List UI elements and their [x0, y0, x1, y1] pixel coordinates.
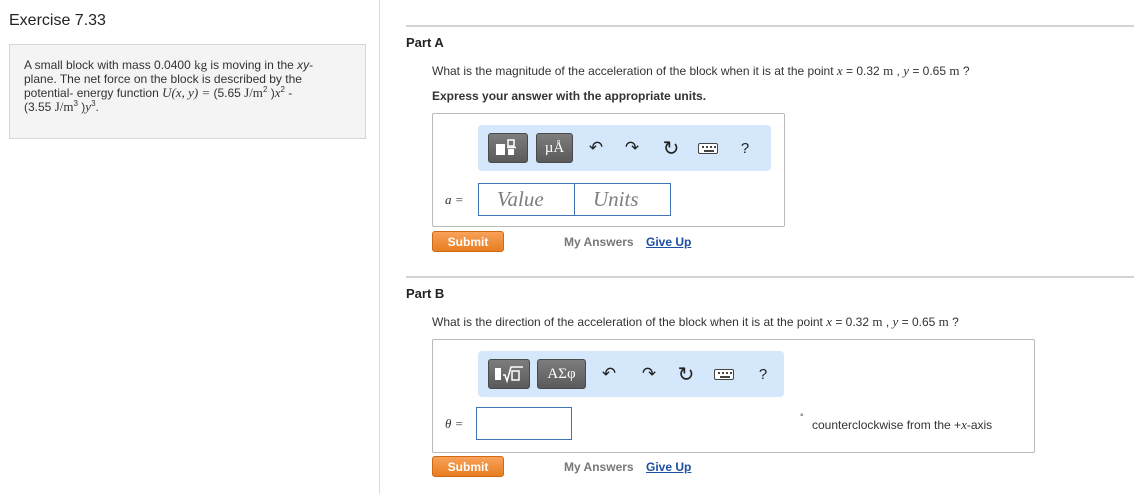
templates-button[interactable] — [488, 133, 528, 163]
exercise-title: Exercise 7.33 — [9, 12, 106, 29]
redo-icon[interactable]: ↷ — [638, 363, 660, 385]
part-a-submit-button[interactable]: Submit — [432, 231, 504, 252]
greek-symbols-button[interactable]: ΑΣφ — [537, 359, 586, 389]
problem-text: . — [95, 100, 99, 114]
unit-kg: kg — [194, 57, 208, 72]
unit-j-per-m3: J/m — [54, 99, 74, 114]
question-text: = 0.32 — [842, 64, 884, 78]
problem-text: - — [284, 86, 293, 100]
undo-icon[interactable]: ↶ — [585, 137, 607, 159]
part-a-answer-box: µÅ ↶ ↷ ↻ ? a = Value Units — [432, 113, 785, 227]
problem-text: is moving in the — [207, 58, 298, 72]
part-b-give-up-link[interactable]: Give Up — [646, 460, 691, 474]
part-a-my-answers-link[interactable]: My Answers — [564, 235, 634, 249]
part-b-answer-box: ΑΣφ ↶ ↷ ↻ ? θ = ° counterclockwise from … — [432, 339, 1035, 453]
question-text: ? — [959, 64, 970, 78]
redo-icon[interactable]: ↷ — [621, 137, 643, 159]
templates-sqrt-icon — [495, 366, 523, 384]
angle-input[interactable] — [476, 407, 572, 440]
potential-function: U(x, y) = — [162, 85, 214, 100]
unit-text: counterclockwise from the + — [812, 418, 962, 432]
templates-button[interactable] — [488, 359, 530, 389]
unit-m: m — [949, 63, 960, 78]
exercise-panel: Exercise 7.33 A small block with mass 0.… — [0, 0, 380, 494]
unit-m: m — [872, 314, 883, 329]
unit-j-per-m2: J/m — [244, 85, 263, 100]
unit-text: -axis — [966, 418, 993, 432]
part-a-title: Part A — [406, 35, 444, 50]
part-a-give-up-link[interactable]: Give Up — [646, 235, 691, 249]
part-b-title: Part B — [406, 286, 445, 301]
question-text: = 0.65 — [898, 315, 939, 329]
math-toolbar: µÅ ↶ ↷ ↻ ? — [478, 125, 771, 171]
part-b-my-answers-link[interactable]: My Answers — [564, 460, 634, 474]
direction-unit-text: counterclockwise from the +x-axis — [812, 417, 992, 433]
problem-text: potential- energy function — [24, 86, 163, 100]
unit-m: m — [938, 314, 949, 329]
unit-m: m — [883, 63, 894, 78]
question-text: What is the magnitude of the acceleratio… — [432, 64, 837, 78]
keyboard-icon[interactable] — [697, 137, 719, 159]
part-b-submit-button[interactable]: Submit — [432, 456, 504, 477]
reset-icon[interactable]: ↻ — [660, 137, 682, 160]
part-a-instruction: Express your answer with the appropriate… — [432, 89, 707, 103]
help-icon[interactable]: ? — [734, 137, 756, 159]
problem-statement: A small block with mass 0.0400 kg is mov… — [9, 44, 366, 139]
question-text: = 0.65 — [908, 64, 950, 78]
degree-symbol: ° — [800, 412, 804, 422]
variable-label-a: a = — [445, 192, 464, 207]
problem-text: - — [309, 58, 314, 72]
part-b-question: What is the direction of the acceleratio… — [432, 314, 959, 330]
problem-text-xy: xy — [297, 58, 310, 72]
units-symbols-button[interactable]: µÅ — [536, 133, 573, 163]
variable-label-theta: θ = — [445, 416, 464, 431]
part-a-question: What is the magnitude of the acceleratio… — [432, 63, 970, 79]
undo-icon[interactable]: ↶ — [598, 363, 620, 385]
problem-text: (3.55 — [24, 100, 55, 114]
problem-text: ) — [267, 86, 275, 100]
question-text: = 0.32 — [832, 315, 873, 329]
keyboard-icon[interactable] — [713, 363, 735, 385]
value-input[interactable]: Value — [478, 183, 576, 216]
reset-icon[interactable]: ↻ — [675, 363, 697, 386]
units-input[interactable]: Units — [574, 183, 671, 216]
problem-text: plane. The net force on the block is des… — [24, 72, 302, 86]
problem-text: A small block with mass 0.0400 — [24, 58, 195, 72]
problem-text: (5.65 — [213, 86, 245, 100]
question-text: ? — [948, 315, 959, 329]
part-a-divider — [406, 25, 1134, 27]
part-b-divider — [406, 276, 1134, 278]
templates-icon — [496, 139, 516, 155]
question-text: What is the direction of the acceleratio… — [432, 315, 827, 329]
question-text: , — [893, 64, 904, 78]
math-toolbar: ΑΣφ ↶ ↷ ↻ ? — [478, 351, 784, 397]
help-icon[interactable]: ? — [752, 363, 774, 385]
question-text: , — [882, 315, 893, 329]
